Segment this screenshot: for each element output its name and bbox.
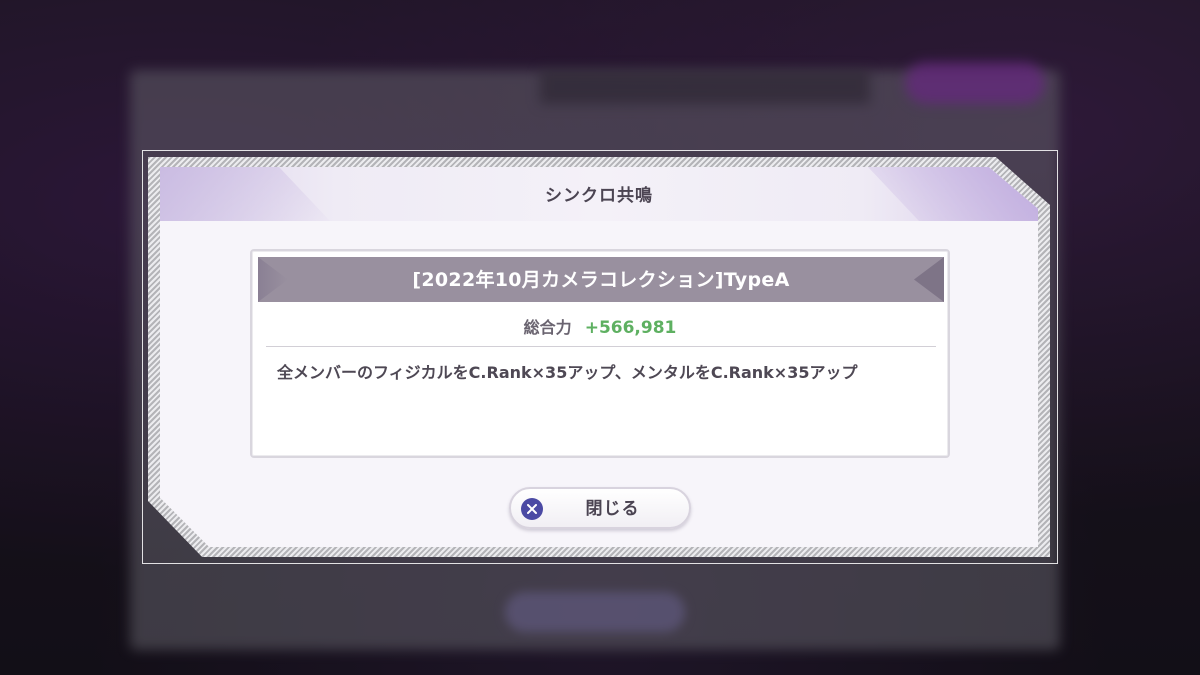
close-button[interactable]: 閉じる	[509, 487, 691, 529]
skill-header: [2022年10月カメラコレクション]TypeA	[258, 257, 944, 302]
power-label: 総合力	[523, 318, 572, 337]
close-button-label: 閉じる	[585, 499, 640, 519]
dialog-title: シンクロ共鳴	[545, 186, 653, 206]
skill-name: [2022年10月カメラコレクション]TypeA	[412, 269, 790, 291]
dialog-header: シンクロ共鳴	[160, 167, 1038, 221]
divider	[266, 346, 936, 347]
skill-card: [2022年10月カメラコレクション]TypeA 総合力 +566,981 全メ…	[250, 249, 950, 458]
power-row: 総合力 +566,981	[252, 314, 948, 338]
power-value: +566,981	[584, 318, 677, 338]
skill-description: 全メンバーのフィジカルをC.Rank×35アップ、メンタルをC.Rank×35ア…	[277, 363, 858, 382]
